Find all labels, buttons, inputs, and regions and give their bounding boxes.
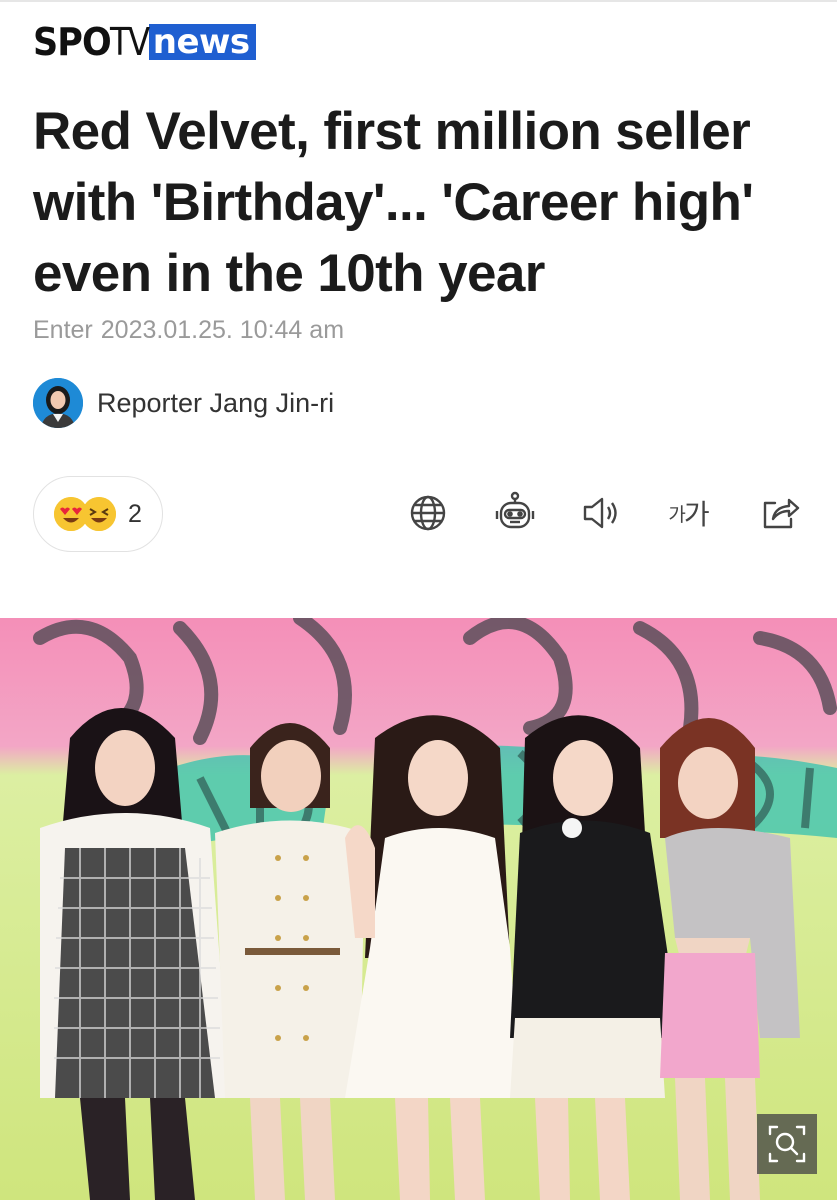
article-photo[interactable] (0, 618, 837, 1200)
font-size-small-label: 가 (668, 504, 686, 526)
font-size-icon[interactable]: 가가 (665, 490, 711, 536)
share-icon[interactable] (757, 490, 803, 536)
group-photo (0, 618, 837, 1200)
article-headline: Red Velvet, first million seller with 'B… (33, 102, 754, 303)
robot-icon[interactable] (492, 490, 538, 536)
speaker-icon[interactable] (578, 490, 624, 536)
logo-news: news (148, 24, 256, 60)
logo-spo: SPO (33, 20, 112, 64)
top-divider (0, 0, 837, 2)
zoom-search-icon[interactable] (757, 1114, 817, 1174)
logo-tv: TV (109, 20, 150, 64)
date-label: Enter (33, 316, 93, 344)
reporter-byline[interactable]: Reporter Jang Jin-ri (33, 377, 334, 429)
reaction-count: 2 (128, 499, 142, 528)
reporter-avatar (33, 378, 83, 428)
reaction-button[interactable]: 2 (33, 476, 163, 552)
font-size-large-label: 가 (683, 499, 710, 530)
laughing-emoji-icon (82, 497, 116, 531)
article-dateline: Enter 2023.01.25. 10:44 am (33, 316, 344, 345)
reporter-name: Reporter Jang Jin-ri (97, 387, 335, 418)
date-value: 2023.01.25. 10:44 am (100, 316, 345, 344)
spotv-news-logo[interactable]: SPO TV news (33, 22, 256, 62)
globe-icon[interactable] (405, 490, 451, 536)
